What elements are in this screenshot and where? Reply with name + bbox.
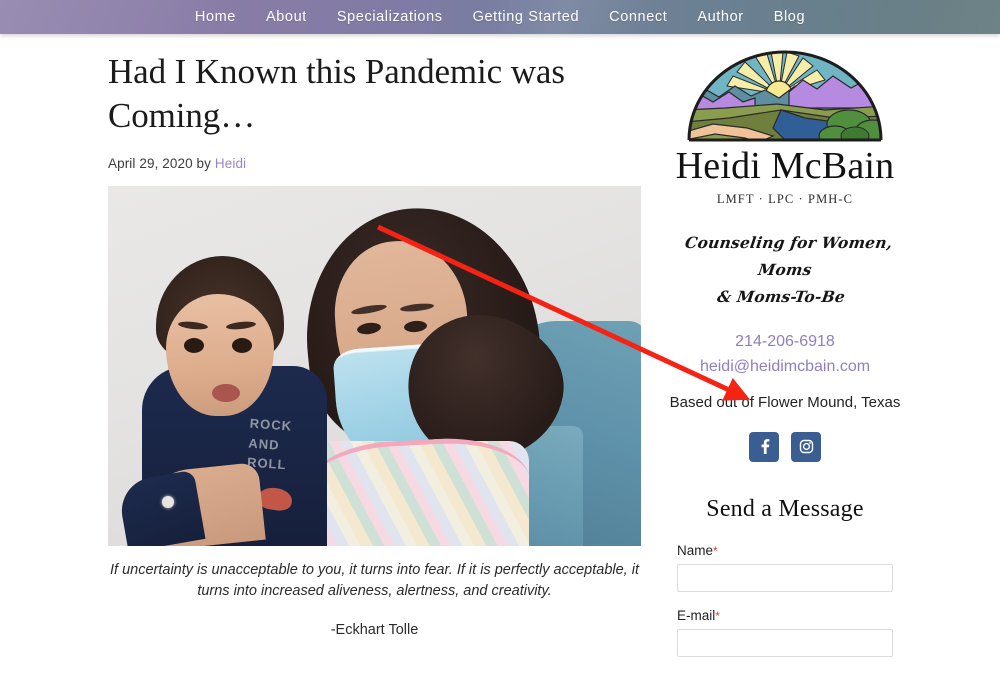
tagline-line-2: & Moms-To-Be xyxy=(715,287,847,307)
nav-item-home[interactable]: Home xyxy=(195,0,236,34)
image-caption-attribution: -Eckhart Tolle xyxy=(330,621,419,638)
sidebar-tagline: Counseling for Women, Moms & Moms-To-Be xyxy=(654,229,915,310)
photo-ring xyxy=(162,495,174,508)
photo-child-eye-left xyxy=(184,337,204,353)
nav-item-specializations[interactable]: Specializations xyxy=(337,0,443,34)
instagram-icon xyxy=(799,440,813,454)
contact-form-title: Send a Message xyxy=(706,495,864,522)
photo-child-eye-right xyxy=(232,337,252,353)
post-meta: April 29, 2020 by Heidi xyxy=(108,156,644,171)
photo-child-mouth xyxy=(212,383,240,402)
tagline-line-1: Counseling for Women, Moms xyxy=(683,233,894,280)
email-required-asterisk: * xyxy=(715,608,720,623)
sidebar: Heidi McBain LMFT · LPC · PMH-C Counseli… xyxy=(660,34,910,673)
social-links xyxy=(660,431,910,462)
page-body: Had I Known this Pandemic was Coming… Ap… xyxy=(0,34,1000,657)
nav-item-getting-started[interactable]: Getting Started xyxy=(473,0,580,34)
nav-item-blog[interactable]: Blog xyxy=(774,0,805,34)
name-required-asterisk: * xyxy=(713,543,718,558)
post-date: April 29, 2020 by xyxy=(108,155,212,171)
facebook-social-button[interactable] xyxy=(749,431,779,462)
nav-item-about[interactable]: About xyxy=(266,0,307,34)
location-text: Based out of Flower Mound, Texas xyxy=(669,393,901,411)
logo-credentials: LMFT · LPC · PMH-C xyxy=(716,192,854,206)
logo-landscape-icon xyxy=(687,50,883,142)
name-input[interactable] xyxy=(677,563,893,592)
post-featured-image: ROCK AND ROLL xyxy=(108,185,641,546)
nav-item-author[interactable]: Author xyxy=(697,0,743,34)
image-caption-quote: If uncertainty is unacceptable to you, i… xyxy=(110,561,639,599)
logo-name-text: Heidi McBain xyxy=(675,145,895,187)
nav-menu: Home About Specializations Getting Start… xyxy=(0,0,1000,34)
phone-link[interactable]: 214-206-6918 xyxy=(735,333,835,350)
page-title: Had I Known this Pandemic was Coming… xyxy=(108,52,565,135)
contact-block: 214-206-6918 heidi@heidimcbain.com xyxy=(660,330,910,380)
nav-item-connect[interactable]: Connect xyxy=(609,0,667,34)
email-input[interactable] xyxy=(677,628,893,657)
article-column: Had I Known this Pandemic was Coming… Ap… xyxy=(108,34,644,638)
email-label-text: E-mail xyxy=(677,607,716,623)
post-author-link[interactable]: Heidi xyxy=(215,156,246,171)
email-link[interactable]: heidi@heidimcbain.com xyxy=(700,358,870,375)
contact-form: Name* E-mail* xyxy=(660,543,910,657)
instagram-social-button[interactable] xyxy=(791,431,821,462)
top-navigation-bar: Home About Specializations Getting Start… xyxy=(0,0,1000,34)
facebook-icon xyxy=(761,439,769,455)
name-field-label: Name* xyxy=(677,543,893,558)
site-logo[interactable]: Heidi McBain LMFT · LPC · PMH-C xyxy=(660,48,910,207)
name-label-text: Name xyxy=(677,542,714,558)
email-field-label: E-mail* xyxy=(677,608,893,623)
